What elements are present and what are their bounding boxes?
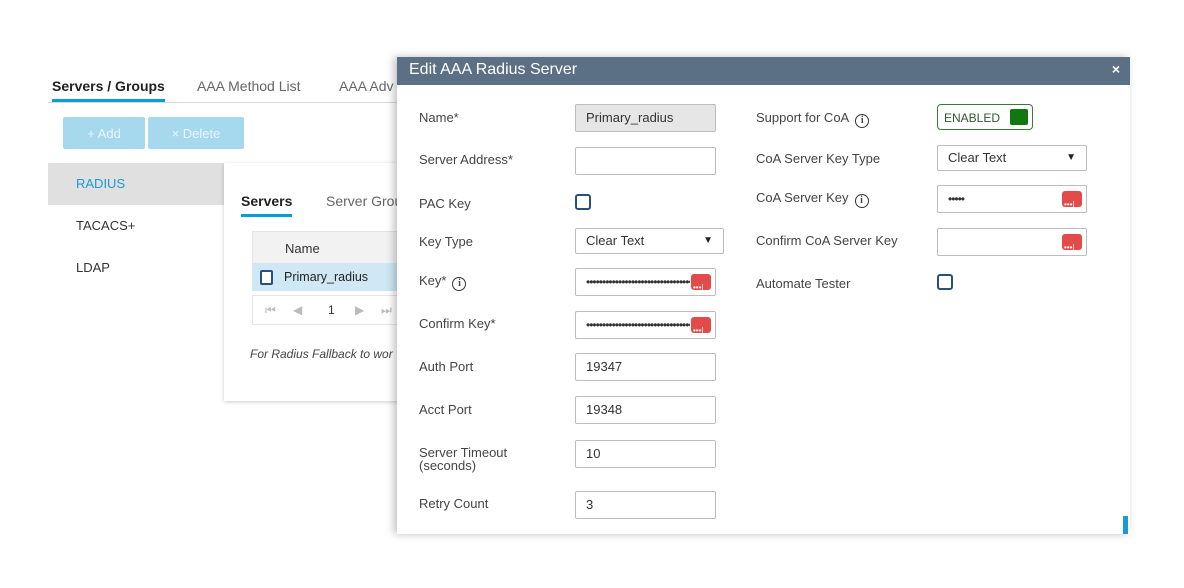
- name-field: Primary_radius: [575, 104, 716, 132]
- toggle-knob: [1010, 109, 1028, 125]
- name-label: Name*: [419, 110, 459, 125]
- key-type-label: Key Type: [419, 234, 473, 249]
- dialog-title: Edit AAA Radius Server: [409, 61, 578, 78]
- row-checkbox[interactable]: [260, 270, 273, 285]
- coa-key-type-select[interactable]: Clear Text ▼: [937, 145, 1087, 171]
- coa-key-field[interactable]: •••••: [937, 185, 1087, 218]
- column-name-header[interactable]: Name: [285, 241, 320, 256]
- automate-tester-checkbox[interactable]: [937, 274, 953, 290]
- page-number[interactable]: 1: [328, 303, 335, 317]
- key-field[interactable]: ••••••••••••••••••••••••••••••••••••: [575, 268, 716, 301]
- servers-panel: Servers Server Grou Name Primary_radius …: [224, 163, 400, 401]
- close-icon[interactable]: ×: [1112, 61, 1120, 77]
- info-icon[interactable]: i: [452, 277, 467, 291]
- tab-servers-groups[interactable]: Servers / Groups: [52, 78, 165, 102]
- prev-page-icon[interactable]: ◀: [293, 303, 302, 317]
- add-button[interactable]: + Add: [63, 117, 145, 149]
- key-label: Key* i: [419, 273, 467, 291]
- reveal-password-icon[interactable]: [1062, 191, 1082, 218]
- key-type-select[interactable]: Clear Text ▼: [575, 228, 724, 254]
- grid-header: Name: [252, 231, 400, 265]
- info-icon[interactable]: i: [855, 114, 870, 128]
- confirm-coa-key-label: Confirm CoA Server Key: [756, 233, 898, 248]
- next-page-icon[interactable]: ▶: [355, 303, 364, 317]
- sidebar: RADIUS TACACS+ LDAP: [48, 163, 224, 289]
- acct-port-label: Acct Port: [419, 402, 472, 417]
- server-timeout-unit: (seconds): [419, 458, 477, 473]
- chevron-down-icon: ▼: [1066, 152, 1076, 163]
- coa-key-type-value: Clear Text: [948, 150, 1007, 165]
- coa-key-type-label: CoA Server Key Type: [756, 151, 881, 166]
- coa-key-label-text: CoA Server Key: [756, 190, 849, 205]
- chevron-down-icon: ▼: [703, 235, 713, 246]
- server-address-field[interactable]: [575, 147, 716, 175]
- sidebar-item-ldap[interactable]: LDAP: [48, 247, 224, 289]
- pac-key-checkbox[interactable]: [575, 194, 591, 210]
- dialog-header: Edit AAA Radius Server ×: [397, 57, 1130, 85]
- coa-key-label: CoA Server Key i: [756, 191, 869, 208]
- info-icon[interactable]: i: [854, 194, 869, 208]
- confirm-key-masked-value: ••••••••••••••••••••••••••••••••••••: [586, 318, 690, 332]
- sidebar-item-radius[interactable]: RADIUS: [48, 163, 224, 205]
- delete-button[interactable]: × Delete: [148, 117, 244, 149]
- key-type-value: Clear Text: [586, 233, 645, 248]
- pagination: ⏮ ◀ 1 ▶ ⏭: [252, 295, 400, 325]
- coa-support-label-text: Support for CoA: [756, 110, 850, 125]
- coa-support-label: Support for CoA i: [756, 110, 870, 128]
- auth-port-field[interactable]: 19347: [575, 353, 716, 381]
- last-page-icon[interactable]: ⏭: [381, 303, 392, 318]
- automate-tester-label: Automate Tester: [756, 276, 851, 291]
- inner-tab-bar: Servers Server Grou: [241, 191, 400, 217]
- acct-port-field[interactable]: 19348: [575, 396, 716, 424]
- row-name: Primary_radius: [284, 270, 369, 284]
- key-label-text: Key*: [419, 273, 447, 288]
- reveal-password-icon[interactable]: [691, 274, 711, 301]
- scroll-indicator: [1123, 516, 1128, 534]
- confirm-key-label: Confirm Key*: [419, 316, 496, 331]
- confirm-key-field[interactable]: ••••••••••••••••••••••••••••••••••••: [575, 311, 716, 344]
- server-timeout-field[interactable]: 10: [575, 440, 716, 468]
- fallback-note: For Radius Fallback to wor: [250, 347, 393, 361]
- pac-key-label: PAC Key: [419, 196, 471, 211]
- retry-count-field[interactable]: 3: [575, 491, 716, 519]
- tab-aaa-advanced[interactable]: AAA Adv: [339, 78, 393, 94]
- edit-radius-server-dialog: Edit AAA Radius Server × Name* Primary_r…: [397, 57, 1130, 534]
- tab-servers[interactable]: Servers: [241, 193, 293, 217]
- reveal-password-icon[interactable]: [691, 317, 711, 344]
- first-page-icon[interactable]: ⏮: [265, 303, 276, 318]
- top-tab-bar: Servers / Groups AAA Method List AAA Adv: [48, 74, 408, 103]
- coa-key-masked-value: •••••: [948, 192, 965, 206]
- retry-count-label: Retry Count: [419, 496, 489, 511]
- server-address-label: Server Address*: [419, 152, 513, 167]
- sidebar-item-tacacs[interactable]: TACACS+: [48, 205, 224, 247]
- tab-server-groups[interactable]: Server Grou: [326, 193, 400, 209]
- tab-aaa-method-list[interactable]: AAA Method List: [197, 78, 301, 94]
- coa-toggle-state: ENABLED: [944, 111, 1001, 125]
- confirm-coa-key-field[interactable]: [937, 228, 1087, 261]
- table-row[interactable]: Primary_radius: [252, 263, 400, 291]
- coa-toggle[interactable]: ENABLED: [937, 104, 1033, 130]
- reveal-password-icon[interactable]: [1062, 234, 1082, 261]
- key-masked-value: ••••••••••••••••••••••••••••••••••••: [586, 275, 690, 289]
- auth-port-label: Auth Port: [419, 359, 474, 374]
